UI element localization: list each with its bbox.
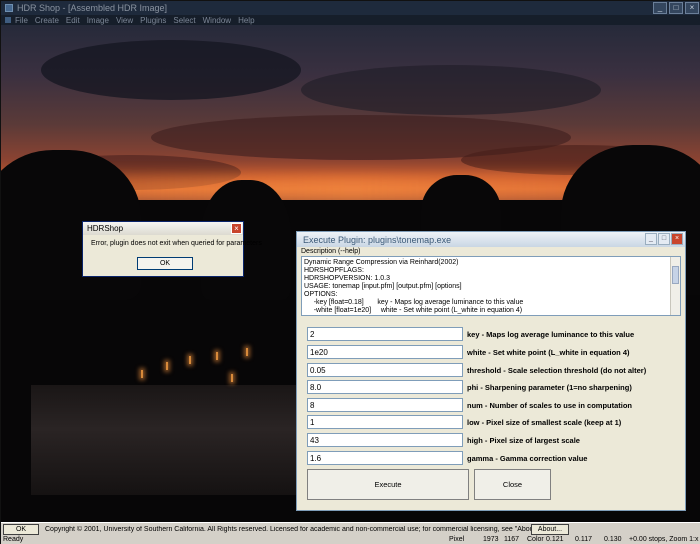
maximize-icon[interactable]: □ <box>658 233 670 245</box>
param-threshold-label: threshold - Scale selection threshold (d… <box>467 365 647 375</box>
pixel-y: 1167 <box>504 536 520 543</box>
close-icon[interactable]: × <box>231 223 242 234</box>
maximize-icon[interactable]: □ <box>669 2 683 14</box>
param-key-label: key - Maps log average luminance to this… <box>467 329 635 339</box>
param-high-label: high - Pixel size of largest scale <box>467 435 580 445</box>
param-num-label: num - Number of scales to use in computa… <box>467 400 633 410</box>
param-num-input[interactable] <box>307 398 463 412</box>
error-dialog-title-bar[interactable]: HDRShop × <box>83 222 243 235</box>
error-ok-button[interactable]: OK <box>137 257 193 270</box>
description-line: HDRSHOPFLAGS: <box>304 267 364 274</box>
plugin-dialog-title-bar[interactable]: Execute Plugin: plugins\tonemap.exe _ □ … <box>297 232 685 247</box>
status-ready: Ready <box>3 536 24 543</box>
error-dialog-title: HDRShop <box>87 224 124 233</box>
color-g: 0.117 <box>575 536 592 543</box>
param-gamma-label: gamma - Gamma correction value <box>467 453 588 463</box>
menu-image[interactable]: Image <box>87 16 109 25</box>
zoom-readout: +0.00 stops, Zoom 1:x <box>629 536 699 543</box>
error-message: Error, plugin does not exit when queried… <box>91 240 262 247</box>
execute-button[interactable]: Execute <box>307 469 469 500</box>
window-controls: _ □ × <box>653 2 699 14</box>
light-spot <box>189 356 191 364</box>
param-threshold: threshold - Scale selection threshold (d… <box>307 363 646 377</box>
description-line: -key [float=0.18] key - Maps log average… <box>304 299 524 306</box>
param-gamma-input[interactable] <box>307 451 463 465</box>
copyright-text: Copyright © 2001, University of Southern… <box>45 525 531 533</box>
minimize-icon[interactable]: _ <box>645 233 657 245</box>
execute-plugin-dialog: Execute Plugin: plugins\tonemap.exe _ □ … <box>296 231 686 511</box>
param-high-input[interactable] <box>307 433 463 447</box>
status-bar: Ready Pixel 1973 1167 Color 0.121 0.117 … <box>1 535 700 544</box>
param-threshold-input[interactable] <box>307 363 463 377</box>
bottom-bar: OK Copyright © 2001, University of South… <box>1 522 700 535</box>
param-high: high - Pixel size of largest scale <box>307 433 580 447</box>
description-line: HDRSHOPVERSION: 1.0.3 <box>304 275 390 282</box>
plugin-window-controls: _ □ × <box>645 233 683 245</box>
param-gamma: gamma - Gamma correction value <box>307 451 587 465</box>
description-line: -white [float=1e20] white - Set white po… <box>304 307 523 314</box>
cloud <box>41 40 301 100</box>
color-label: Color <box>527 536 544 543</box>
color-b: 0.130 <box>604 536 622 543</box>
pixel-label: Pixel <box>449 536 465 543</box>
bottom-ok-button[interactable]: OK <box>3 523 39 535</box>
param-phi: phi - Sharpening parameter (1=no sharpen… <box>307 380 632 394</box>
param-num: num - Number of scales to use in computa… <box>307 398 632 412</box>
light-spot <box>246 348 248 356</box>
param-low-input[interactable] <box>307 415 463 429</box>
water-reflection <box>31 385 311 495</box>
param-phi-input[interactable] <box>307 380 463 394</box>
param-low: low - Pixel size of smallest scale (keep… <box>307 415 621 429</box>
description-scrollbar[interactable] <box>670 257 680 315</box>
menu-window[interactable]: Window <box>203 16 231 25</box>
cloud <box>301 65 601 115</box>
param-white-input[interactable] <box>307 345 463 359</box>
light-spot <box>166 362 168 370</box>
param-key: key - Maps log average luminance to this… <box>307 327 634 341</box>
menu-create[interactable]: Create <box>35 16 59 25</box>
error-dialog: HDRShop × Error, plugin does not exit wh… <box>82 221 262 277</box>
close-icon[interactable]: × <box>671 233 683 245</box>
menu-plugins[interactable]: Plugins <box>140 16 166 25</box>
color-r: 0.121 <box>546 536 564 543</box>
param-white: white - Set white point (L_white in equa… <box>307 345 630 359</box>
description-line: OPTIONS: <box>304 291 338 298</box>
menu-view[interactable]: View <box>116 16 133 25</box>
description-line: Dynamic Range Compression via Reinhard(2… <box>304 259 459 266</box>
menu-edit[interactable]: Edit <box>66 16 80 25</box>
description-line: USAGE: tonemap [input.pfm] [output.pfm] … <box>304 283 462 290</box>
light-spot <box>231 374 233 382</box>
minimize-icon[interactable]: _ <box>653 2 667 14</box>
light-spot <box>216 352 218 360</box>
menu-select[interactable]: Select <box>173 16 195 25</box>
menu-help[interactable]: Help <box>238 16 254 25</box>
document-icon[interactable] <box>5 17 11 23</box>
close-button[interactable]: Close <box>474 469 551 500</box>
param-phi-label: phi - Sharpening parameter (1=no sharpen… <box>467 382 632 392</box>
menu-bar: File Create Edit Image View Plugins Sele… <box>1 15 700 25</box>
menu-file[interactable]: File <box>15 16 28 25</box>
scrollbar-thumb[interactable] <box>672 266 679 284</box>
description-label: Description (--help) <box>301 248 361 255</box>
pixel-x: 1973 <box>483 536 499 543</box>
param-white-label: white - Set white point (L_white in equa… <box>467 347 630 357</box>
main-title-bar[interactable]: HDR Shop - [Assembled HDR Image] _ □ × <box>1 1 700 15</box>
light-spot <box>141 370 143 378</box>
window-title: HDR Shop - [Assembled HDR Image] <box>17 3 168 13</box>
description-textbox[interactable]: Dynamic Range Compression via Reinhard(2… <box>301 256 681 316</box>
plugin-dialog-title: Execute Plugin: plugins\tonemap.exe <box>303 234 452 245</box>
param-key-input[interactable] <box>307 327 463 341</box>
param-low-label: low - Pixel size of smallest scale (keep… <box>467 417 622 427</box>
close-icon[interactable]: × <box>685 2 699 14</box>
app-icon <box>5 4 13 12</box>
about-button[interactable]: About... <box>531 523 569 535</box>
